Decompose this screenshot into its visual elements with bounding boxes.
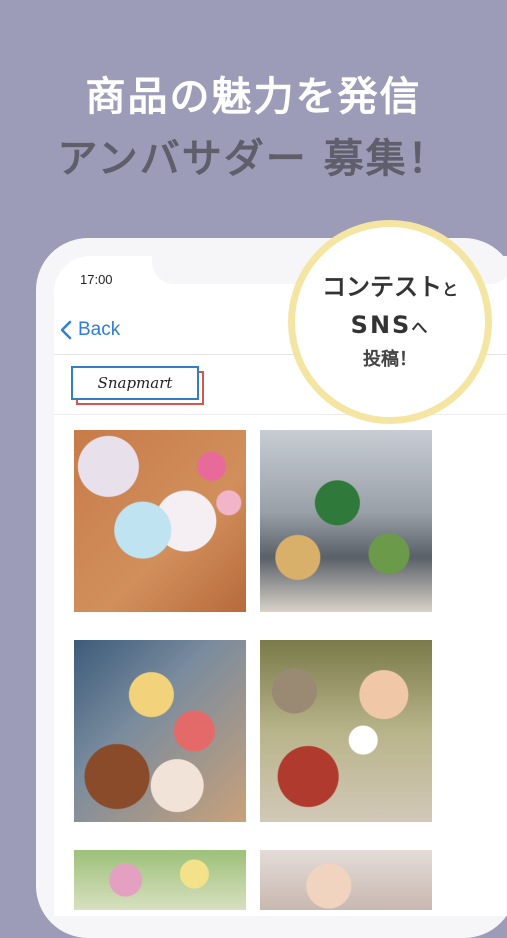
badge-line-1: コンテストと — [322, 270, 458, 307]
photo-woman[interactable] — [260, 850, 432, 910]
badge-line-3: 投稿！ — [363, 349, 417, 370]
photo-sparkling-drink[interactable] — [260, 430, 432, 612]
header-divider — [54, 414, 507, 415]
headline-line-2: アンバサダー 募集！ — [0, 128, 507, 190]
photo-cosmetics[interactable] — [74, 430, 246, 612]
chevron-left-icon — [60, 320, 72, 340]
badge-line-2: SNSへ — [351, 307, 430, 346]
badge-he-text: へ — [411, 318, 430, 337]
back-button[interactable]: Back — [60, 316, 120, 344]
promo-headline: 商品の魅力を発信 アンバサダー 募集！ — [0, 66, 507, 190]
badge-sns-text: SNS — [350, 311, 412, 339]
snapmart-logo[interactable]: Snapmart — [71, 366, 205, 406]
badge-to-text: と — [441, 280, 458, 299]
headline-line-2-main: アンバサダー — [57, 136, 308, 182]
photo-flowers[interactable] — [74, 850, 246, 910]
photo-family-cat[interactable] — [260, 640, 432, 822]
back-label: Back — [78, 319, 121, 340]
badge-contest-text: コンテスト — [321, 273, 442, 301]
headline-line-1: 商品の魅力を発信 — [85, 74, 422, 120]
status-time: 17:00 — [80, 272, 113, 287]
photo-coffee-table[interactable] — [74, 640, 246, 822]
promo-badge: コンテストと SNSへ 投稿！ — [288, 220, 492, 424]
headline-line-2-accent: 募集！ — [323, 136, 450, 182]
logo-text: Snapmart — [71, 366, 199, 400]
